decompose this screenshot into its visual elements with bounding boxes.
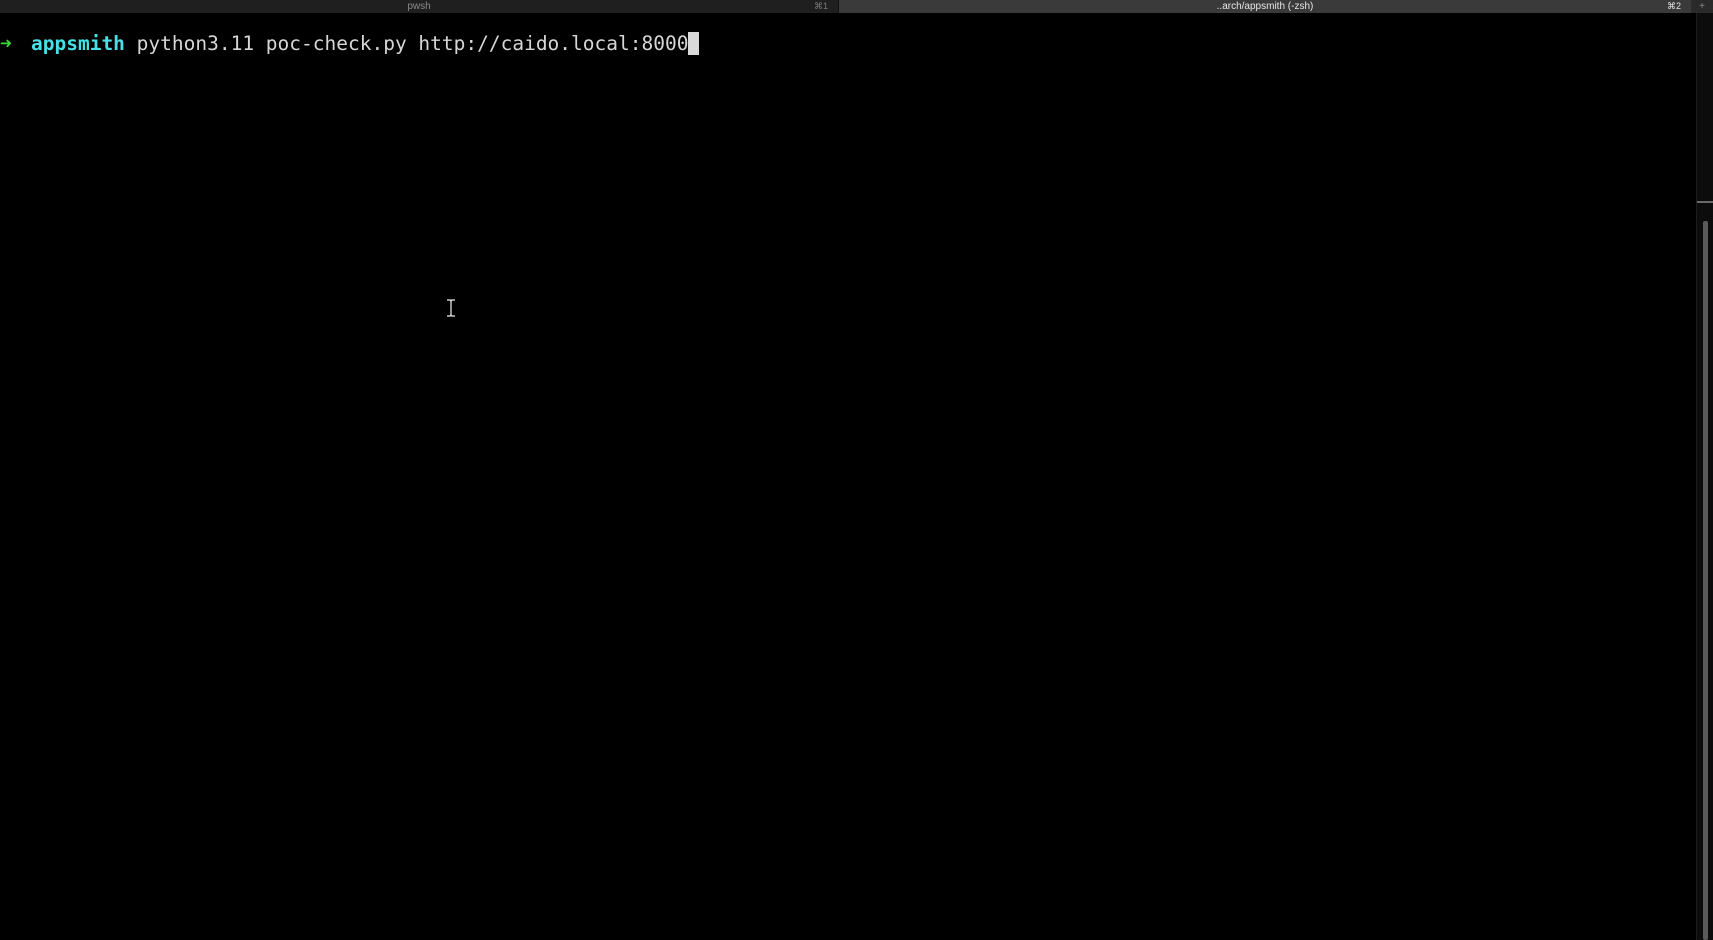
tab-shortcut: ⌘2: [1666, 1, 1681, 11]
prompt-arrow-icon: ➜: [0, 31, 12, 55]
ibeam-cursor-icon: [447, 299, 455, 317]
tab-pwsh[interactable]: pwsh ⌘1: [0, 0, 839, 13]
scrollbar-thumb[interactable]: [1703, 221, 1708, 940]
scrollbar-mark: [1697, 201, 1713, 203]
command-input[interactable]: python3.11 poc-check.py http://caido.loc…: [125, 32, 689, 55]
scrollbar[interactable]: [1696, 13, 1713, 940]
tab-title: ..arch/appsmith (-zsh): [1216, 1, 1314, 12]
terminal-output[interactable]: ➜ appsmith python3.11 poc-check.py http:/…: [0, 13, 1696, 940]
tab-shortcut: ⌘1: [813, 1, 828, 11]
tab-appsmith-zsh[interactable]: ..arch/appsmith (-zsh) ⌘2: [839, 0, 1691, 13]
tab-title: pwsh: [407, 1, 431, 12]
text-cursor: [688, 31, 700, 55]
new-tab-button[interactable]: +: [1691, 0, 1713, 13]
prompt-directory: appsmith: [31, 31, 125, 55]
prompt-line: ➜ appsmith python3.11 poc-check.py http:/…: [0, 30, 700, 56]
tab-bar: pwsh ⌘1 ..arch/appsmith (-zsh) ⌘2 +: [0, 0, 1713, 13]
